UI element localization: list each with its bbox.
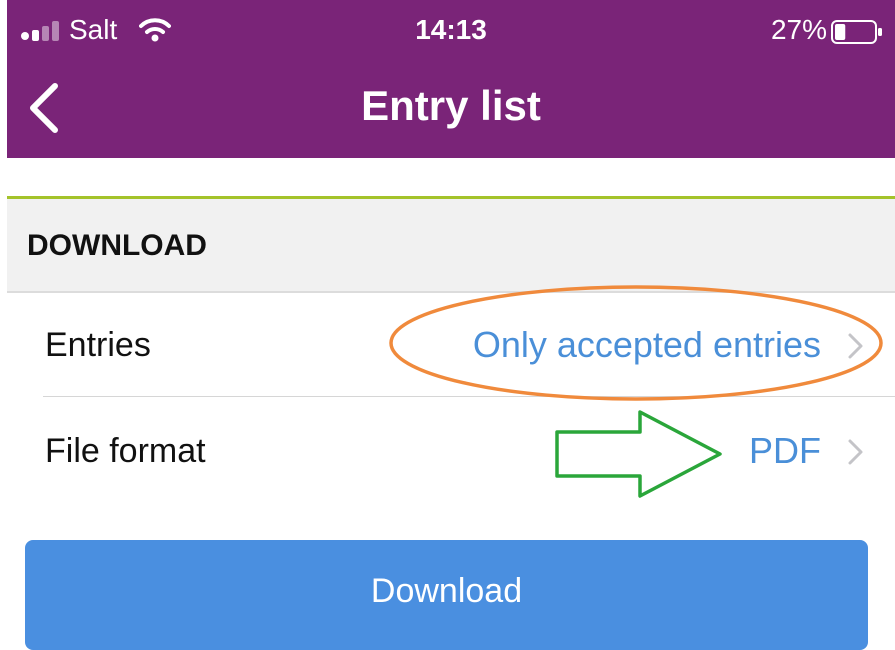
chevron-right-icon: [848, 333, 863, 359]
section-title: DOWNLOAD: [27, 229, 207, 262]
chevron-right-icon: [848, 439, 863, 465]
download-button-label: Download: [370, 572, 523, 610]
battery-percent: 27%: [770, 14, 827, 45]
status-bar: Salt 14:13 27%: [7, 0, 895, 58]
status-time: 14:13: [415, 14, 487, 45]
file-format-row[interactable]: File format PDF: [7, 400, 895, 504]
top-bar: Salt 14:13 27% Entry list: [7, 0, 895, 158]
entries-value[interactable]: Only accepted entries: [473, 324, 821, 366]
entries-row[interactable]: Entries Only accepted entries: [7, 294, 895, 398]
file-format-label: File format: [45, 432, 206, 470]
navigation-bar: Entry list: [7, 58, 895, 158]
section-header: DOWNLOAD: [7, 199, 895, 293]
file-format-value[interactable]: PDF: [749, 430, 821, 472]
entries-label: Entries: [45, 326, 151, 364]
page-title: Entry list: [361, 82, 541, 129]
download-button[interactable]: Download: [25, 540, 868, 650]
battery-icon: [831, 20, 882, 44]
row-divider: [43, 396, 895, 397]
